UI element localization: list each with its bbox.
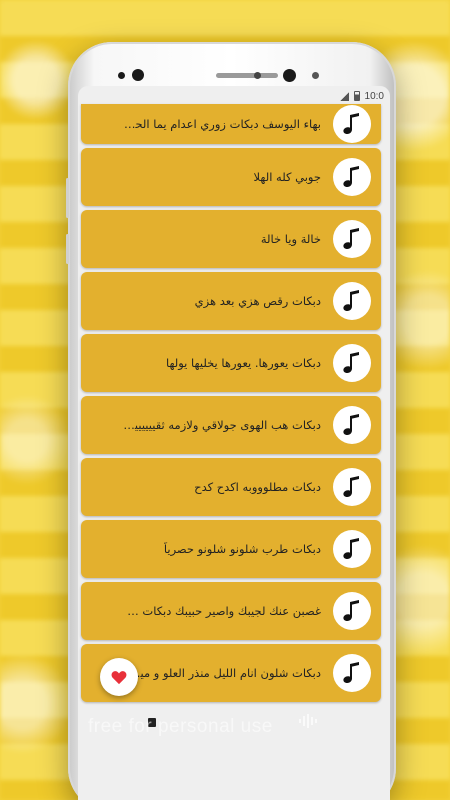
song-title: دبكات هب الهوى جولاقي ولازمه ثقيييييييل … (121, 418, 321, 432)
song-item[interactable]: غصبن عنك لجيبك واصير حبيبك دبكات سوريه (81, 582, 381, 640)
song-item[interactable]: دبكات طرب شلونو شلونو حصرياً (81, 520, 381, 578)
phone-speaker (216, 73, 278, 78)
status-bar: 10:0 (339, 88, 384, 104)
song-item[interactable]: دبكات مطلوووبه اكدح كدح (81, 458, 381, 516)
music-note-icon[interactable] (333, 530, 371, 568)
song-item[interactable]: دبكات يعورها. يعورها يخليها يولها (81, 334, 381, 392)
song-item[interactable]: بهاء اليوسف دبكات زوري اعدام يما الحب يم… (81, 104, 381, 144)
heart-icon (111, 670, 127, 684)
music-note-icon[interactable] (333, 282, 371, 320)
song-title: دبكات مطلوووبه اكدح كدح (194, 480, 321, 494)
status-time: 10:0 (364, 90, 384, 102)
signal-icon (339, 91, 349, 101)
song-item[interactable]: دبكات هب الهوى جولاقي ولازمه ثقيييييييل … (81, 396, 381, 454)
song-title: خالة ويا خالة (260, 232, 321, 246)
music-note-icon[interactable] (333, 468, 371, 506)
music-note-icon[interactable] (333, 406, 371, 444)
song-title: دبكات رقص هزي بعد هزي (194, 294, 321, 308)
phone-sensor-right (254, 72, 261, 79)
song-item[interactable]: خالة ويا خالة (81, 210, 381, 268)
song-title: دبكات طرب شلونو شلونو حصرياً (163, 542, 321, 556)
music-note-icon[interactable] (333, 592, 371, 630)
bixby-button (66, 234, 69, 264)
phone-front-camera (283, 69, 296, 82)
music-note-icon[interactable] (333, 220, 371, 258)
music-note-icon[interactable] (333, 158, 371, 196)
song-title: غصبن عنك لجيبك واصير حبيبك دبكات سوريه (121, 604, 321, 618)
volume-button (66, 178, 69, 218)
song-title: دبكات شلون انام الليل منذر العلو و ميسر … (121, 666, 321, 680)
song-title: دبكات يعورها. يعورها يخليها يولها (165, 356, 321, 370)
song-title: بهاء اليوسف دبكات زوري اعدام يما الحب يم… (121, 117, 321, 131)
song-list[interactable]: بهاء اليوسف دبكات زوري اعدام يما الحب يم… (81, 104, 381, 706)
waveform-icon (299, 714, 317, 728)
favorite-button[interactable] (100, 658, 138, 696)
watermark-text: free for personal use (88, 716, 273, 737)
song-item[interactable]: دبكات رقص هزي بعد هزي (81, 272, 381, 330)
song-title: جوبي كله الهلا (253, 170, 321, 184)
music-note-icon[interactable] (333, 654, 371, 692)
battery-icon (353, 91, 360, 101)
phone-camera-left (132, 69, 144, 81)
music-note-icon[interactable] (333, 105, 371, 143)
music-note-icon[interactable] (333, 344, 371, 382)
phone-iris-sensor (312, 72, 319, 79)
song-item[interactable]: جوبي كله الهلا (81, 148, 381, 206)
phone-sensor (118, 72, 125, 79)
